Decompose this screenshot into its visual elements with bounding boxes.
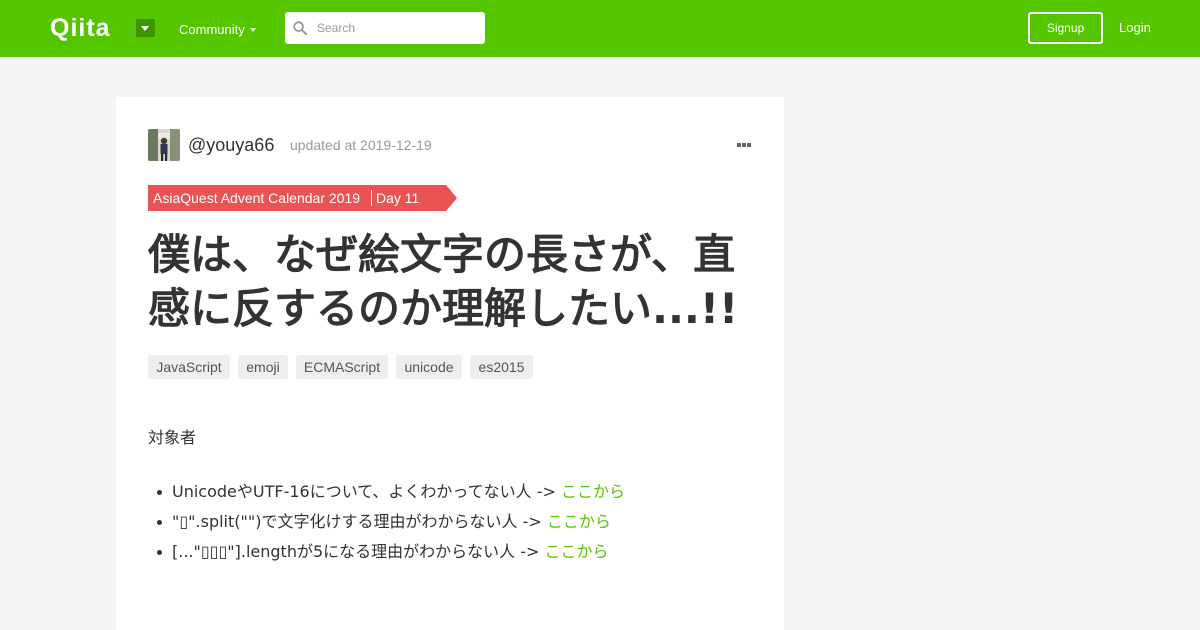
header-bar: Qiita Community Signup Login xyxy=(0,0,1200,57)
logo-dropdown-button[interactable] xyxy=(136,19,155,37)
signup-button[interactable]: Signup xyxy=(1028,12,1103,44)
chevron-down-icon xyxy=(250,28,256,32)
list-item: "▯".split("")で文字化けする理由がわからない人 -> ここから xyxy=(172,512,611,532)
bullet-icon xyxy=(157,550,162,555)
bullet-icon xyxy=(157,520,162,525)
calendar-day: Day 11 xyxy=(376,190,420,206)
list-item-link[interactable]: ここから xyxy=(561,482,625,501)
tag-unicode[interactable]: unicode xyxy=(396,355,462,379)
search-icon xyxy=(293,21,307,35)
login-link[interactable]: Login xyxy=(1119,20,1151,36)
ribbon-divider xyxy=(371,190,372,206)
author-username[interactable]: @youya66 xyxy=(188,134,274,156)
bullet-icon xyxy=(157,490,162,495)
community-menu[interactable]: Community xyxy=(179,22,245,38)
list-item-text: UnicodeやUTF-16について、よくわかってない人 -> xyxy=(172,482,561,501)
section-heading: 対象者 xyxy=(148,428,197,447)
qiita-logo[interactable]: Qiita xyxy=(50,14,111,42)
tag-es2015[interactable]: es2015 xyxy=(470,355,533,379)
list-item-link[interactable]: ここから xyxy=(545,542,609,561)
updated-date: updated at 2019-12-19 xyxy=(290,137,432,153)
list-item-link[interactable]: ここから xyxy=(547,512,611,531)
tag-emoji[interactable]: emoji xyxy=(238,355,288,379)
list-item-text: "▯".split("")で文字化けする理由がわからない人 -> xyxy=(172,512,547,531)
tag-javascript[interactable]: JavaScript xyxy=(148,355,230,379)
list-item-text: [..."▯▯▯"].lengthが5になる理由がわからない人 -> xyxy=(172,542,545,561)
avatar[interactable] xyxy=(148,129,180,161)
calendar-name: AsiaQuest Advent Calendar 2019 xyxy=(153,190,361,206)
tag-ecmascript[interactable]: ECMAScript xyxy=(296,355,388,379)
ribbon-tail xyxy=(444,185,457,211)
more-options-icon[interactable] xyxy=(736,141,752,149)
list-item: [..."▯▯▯"].lengthが5になる理由がわからない人 -> ここから xyxy=(172,542,609,562)
list-item: UnicodeやUTF-16について、よくわかってない人 -> ここから xyxy=(172,482,625,502)
article-title: 僕は、なぜ絵文字の長さが、直感に反するのか理解したい...!! xyxy=(148,230,739,333)
search-input[interactable] xyxy=(317,12,477,44)
